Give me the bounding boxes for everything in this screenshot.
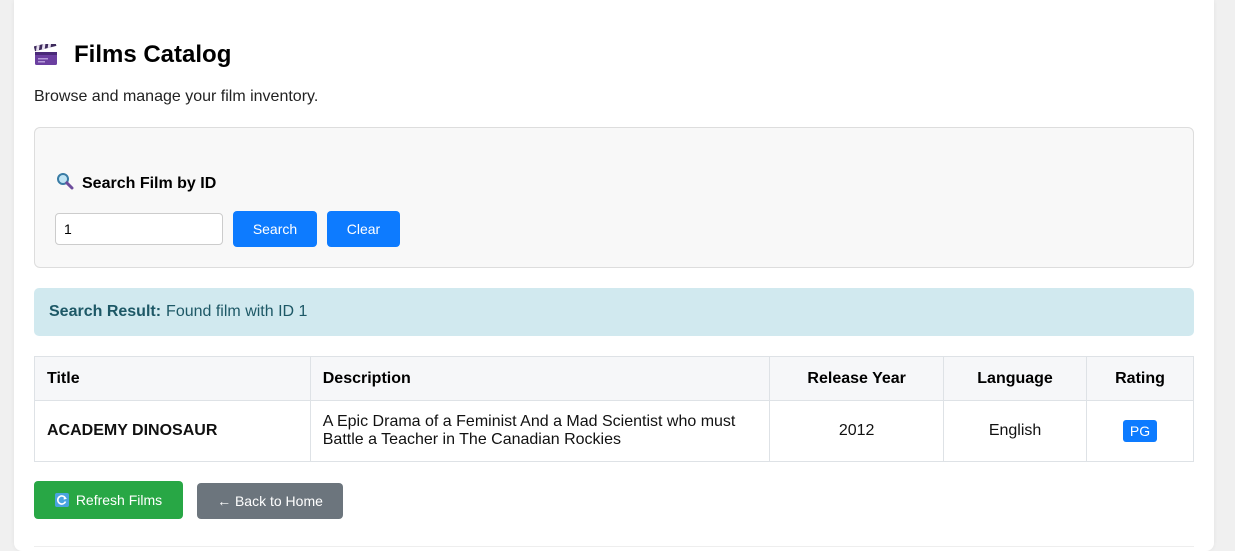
films-card: Films Catalog Browse and manage your fil…	[14, 0, 1214, 551]
clapperboard-icon	[33, 41, 58, 66]
column-header-rating: Rating	[1086, 356, 1194, 401]
film-title-cell: ACADEMY DINOSAUR	[34, 400, 311, 462]
result-label: Search Result:	[49, 303, 162, 320]
table-row: ACADEMY DINOSAUR A Epic Drama of a Femin…	[34, 400, 1194, 462]
search-heading-label: Search Film by ID	[82, 174, 217, 192]
column-header-language: Language	[943, 356, 1088, 401]
back-to-home-button[interactable]: ← Back to Home	[197, 483, 343, 519]
column-header-release-year: Release Year	[769, 356, 945, 401]
page-header: Films Catalog	[33, 38, 232, 72]
search-panel: Search Film by ID Search Clear	[34, 127, 1194, 268]
search-result-banner: Search Result: Found film with ID 1	[34, 288, 1194, 336]
film-description-cell: A Epic Drama of a Feminist And a Mad Sci…	[309, 400, 771, 462]
magnifier-icon	[56, 172, 74, 195]
film-language-cell: English	[943, 400, 1088, 462]
refresh-films-label: Refresh Films	[75, 492, 163, 508]
search-heading: Search Film by ID	[56, 172, 216, 195]
divider	[34, 546, 1194, 547]
refresh-icon	[54, 493, 69, 507]
rating-badge: PG	[1122, 420, 1158, 442]
film-release-year-cell: 2012	[769, 400, 945, 462]
film-id-input[interactable]	[55, 213, 223, 245]
page-title: Films Catalog	[74, 41, 232, 68]
column-header-title: Title	[34, 356, 311, 401]
result-message: Found film with ID 1	[166, 303, 308, 320]
refresh-films-button[interactable]: Refresh Films	[34, 481, 183, 519]
column-header-description: Description	[309, 356, 771, 401]
page-subtitle: Browse and manage your film inventory.	[34, 88, 319, 105]
clear-button[interactable]: Clear	[327, 211, 400, 247]
search-button[interactable]: Search	[233, 211, 317, 247]
table-header-row: Title Description Release Year Language …	[34, 356, 1194, 401]
films-table: Title Description Release Year Language …	[34, 356, 1194, 462]
film-rating-cell: PG	[1086, 400, 1194, 462]
